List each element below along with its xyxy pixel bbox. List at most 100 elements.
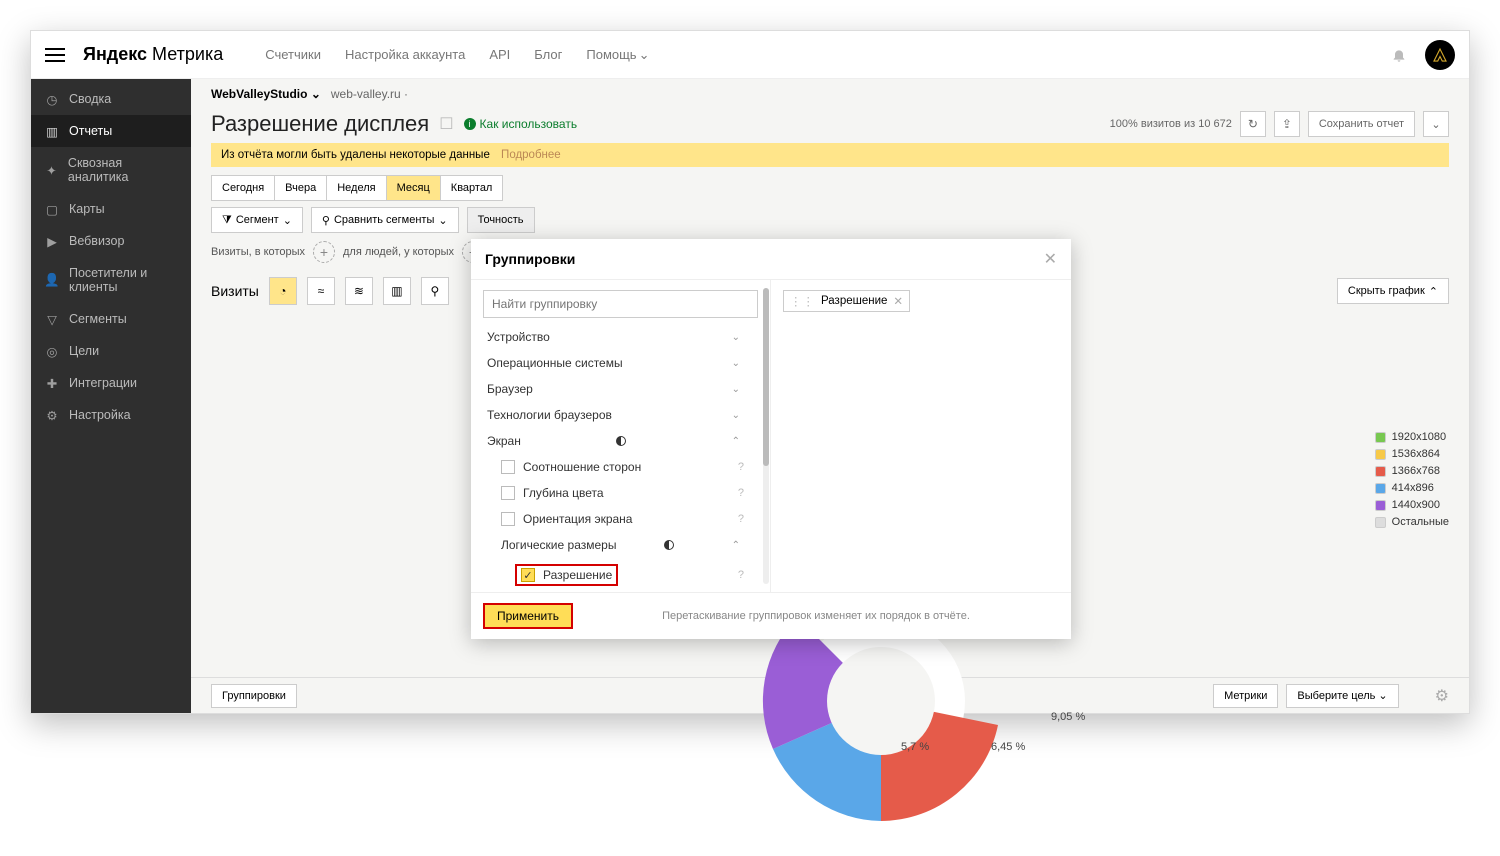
sidebar-item-maps[interactable]: ▢Карты: [31, 193, 191, 225]
legend: 1920x1080 1536x864 1366x768 414x896 1440…: [1375, 431, 1449, 533]
modal-hint: Перетаскивание группировок изменяет их п…: [573, 610, 1059, 622]
grouping-device[interactable]: Устройство⌄: [483, 324, 748, 350]
segment-button[interactable]: ⧩Сегмент⌄: [211, 207, 303, 233]
save-report-dropdown[interactable]: ⌄: [1423, 111, 1449, 137]
refresh-button[interactable]: ↻: [1240, 111, 1266, 137]
sidebar-item-analytics[interactable]: ✦Сквозная аналитика: [31, 147, 191, 193]
title-row: Разрешение дисплея ☐ iКак использовать 1…: [191, 109, 1469, 143]
groupings-button[interactable]: Группировки: [211, 684, 297, 708]
logo[interactable]: Яндекс Метрика: [83, 44, 223, 65]
help-icon[interactable]: ?: [738, 461, 744, 473]
logo-bold: Яндекс: [83, 44, 147, 64]
viz-pie-button[interactable]: ◔: [269, 277, 297, 305]
sidebar-item-summary[interactable]: ◷Сводка: [31, 83, 191, 115]
grouping-aspect[interactable]: Соотношение сторон?: [483, 454, 748, 480]
grouping-depth[interactable]: Глубина цвета?: [483, 480, 748, 506]
breadcrumb-project[interactable]: WebValleyStudio ⌄: [211, 87, 321, 101]
avatar[interactable]: [1425, 40, 1455, 70]
scrollbar[interactable]: [763, 288, 769, 584]
grouping-screen[interactable]: Экран⌃: [483, 428, 748, 454]
sidebar-item-goals[interactable]: ◎Цели: [31, 335, 191, 367]
grouping-list[interactable]: Устройство⌄ Операционные системы⌄ Браузе…: [483, 324, 758, 592]
viz-bar-button[interactable]: ▥: [383, 277, 411, 305]
period-yesterday[interactable]: Вчера: [274, 175, 327, 201]
link-icon: ✦: [45, 163, 58, 177]
filter-visits-label: Визиты, в которых: [211, 246, 305, 258]
nav-counters[interactable]: Счетчики: [265, 47, 321, 63]
chevron-down-icon: ⌄: [728, 384, 744, 395]
compare-icon: ⚲: [322, 214, 330, 227]
grouping-orientation[interactable]: Ориентация экрана?: [483, 506, 748, 532]
chevron-up-icon: ⌃: [728, 436, 744, 447]
gear-icon: ⚙: [45, 408, 59, 422]
accuracy-button[interactable]: Точность: [467, 207, 535, 233]
modal-left: Устройство⌄ Операционные системы⌄ Браузе…: [471, 280, 771, 592]
legend-item[interactable]: Остальные: [1375, 516, 1449, 528]
viz-line-button[interactable]: ≈: [307, 277, 335, 305]
scrollbar-thumb[interactable]: [763, 288, 769, 466]
checkbox-checked[interactable]: ✓: [521, 568, 535, 582]
legend-item[interactable]: 414x896: [1375, 482, 1449, 494]
chevron-up-icon: ⌃: [728, 540, 744, 551]
legend-item[interactable]: 1366x768: [1375, 465, 1449, 477]
grouping-browser[interactable]: Браузер⌄: [483, 376, 748, 402]
bars-icon: ▥: [45, 124, 59, 138]
help-icon[interactable]: ?: [738, 513, 744, 525]
help-icon[interactable]: ?: [738, 487, 744, 499]
save-report-button[interactable]: Сохранить отчет: [1308, 111, 1415, 137]
period-month[interactable]: Месяц: [386, 175, 441, 201]
period-quarter[interactable]: Квартал: [440, 175, 504, 201]
nav-account[interactable]: Настройка аккаунта: [345, 47, 465, 63]
viz-map-button[interactable]: ⚲: [421, 277, 449, 305]
segment-row: ⧩Сегмент⌄ ⚲Сравнить сегменты⌄ Точность: [191, 207, 1469, 241]
checkbox[interactable]: [501, 460, 515, 474]
help-icon[interactable]: ?: [738, 569, 744, 581]
bookmark-icon[interactable]: ☐: [439, 114, 453, 134]
grouping-search-input[interactable]: [483, 290, 758, 318]
sidebar-item-segments[interactable]: ▽Сегменты: [31, 303, 191, 335]
grouping-browser-tech[interactable]: Технологии браузеров⌄: [483, 402, 748, 428]
drag-icon[interactable]: ⋮⋮: [790, 294, 815, 308]
selected-grouping-tag[interactable]: ⋮⋮ Разрешение ✕: [783, 290, 910, 312]
warning-more-link[interactable]: Подробнее: [501, 149, 561, 161]
sidebar-item-webvisor[interactable]: ▶Вебвизор: [31, 225, 191, 257]
title-right: 100% визитов из 10 672 ↻ ⇪ Сохранить отч…: [1110, 111, 1449, 137]
menu-icon[interactable]: [45, 48, 65, 62]
apply-button[interactable]: Применить: [483, 603, 573, 629]
sidebar-item-visitors[interactable]: 👤Посетители и клиенты: [31, 257, 191, 303]
checkbox[interactable]: [501, 512, 515, 526]
choose-goal-button[interactable]: Выберите цель ⌄: [1286, 684, 1398, 708]
legend-item[interactable]: 1536x864: [1375, 448, 1449, 460]
legend-item[interactable]: 1440x900: [1375, 499, 1449, 511]
bell-icon[interactable]: [1391, 47, 1407, 63]
nav-blog[interactable]: Блог: [534, 47, 562, 63]
visits-info: 100% визитов из 10 672: [1110, 118, 1232, 130]
export-button[interactable]: ⇪: [1274, 111, 1300, 137]
hide-chart-button[interactable]: Скрыть график ⌃: [1337, 278, 1449, 304]
add-visit-filter-button[interactable]: +: [313, 241, 335, 263]
viz-area-button[interactable]: ≋: [345, 277, 373, 305]
user-icon: 👤: [45, 273, 59, 287]
remove-tag-icon[interactable]: ✕: [893, 294, 903, 308]
grouping-logical[interactable]: Логические размеры⌃: [483, 532, 748, 558]
sidebar-item-integrations[interactable]: ✚Интеграции: [31, 367, 191, 399]
checkbox[interactable]: [501, 486, 515, 500]
pie-label-1: 9,05 %: [1051, 711, 1085, 723]
sidebar-item-reports[interactable]: ▥Отчеты: [31, 115, 191, 147]
chevron-down-icon: ⌄: [438, 214, 447, 227]
nav-help[interactable]: Помощь⌄: [586, 47, 649, 63]
settings-gear-icon[interactable]: ⚙: [1435, 686, 1449, 706]
nav-api[interactable]: API: [489, 47, 510, 63]
metrics-button[interactable]: Метрики: [1213, 684, 1278, 708]
grouping-resolution[interactable]: ✓Разрешение ?: [483, 558, 748, 592]
compare-segments-button[interactable]: ⚲Сравнить сегменты⌄: [311, 207, 459, 233]
howto-link[interactable]: iКак использовать: [464, 117, 578, 131]
legend-item[interactable]: 1920x1080: [1375, 431, 1449, 443]
sidebar-item-settings[interactable]: ⚙Настройка: [31, 399, 191, 431]
close-icon[interactable]: ✕: [1044, 249, 1057, 269]
modal-body: Устройство⌄ Операционные системы⌄ Браузе…: [471, 280, 1071, 592]
period-today[interactable]: Сегодня: [211, 175, 275, 201]
page-title: Разрешение дисплея: [211, 111, 429, 137]
grouping-os[interactable]: Операционные системы⌄: [483, 350, 748, 376]
period-week[interactable]: Неделя: [326, 175, 386, 201]
